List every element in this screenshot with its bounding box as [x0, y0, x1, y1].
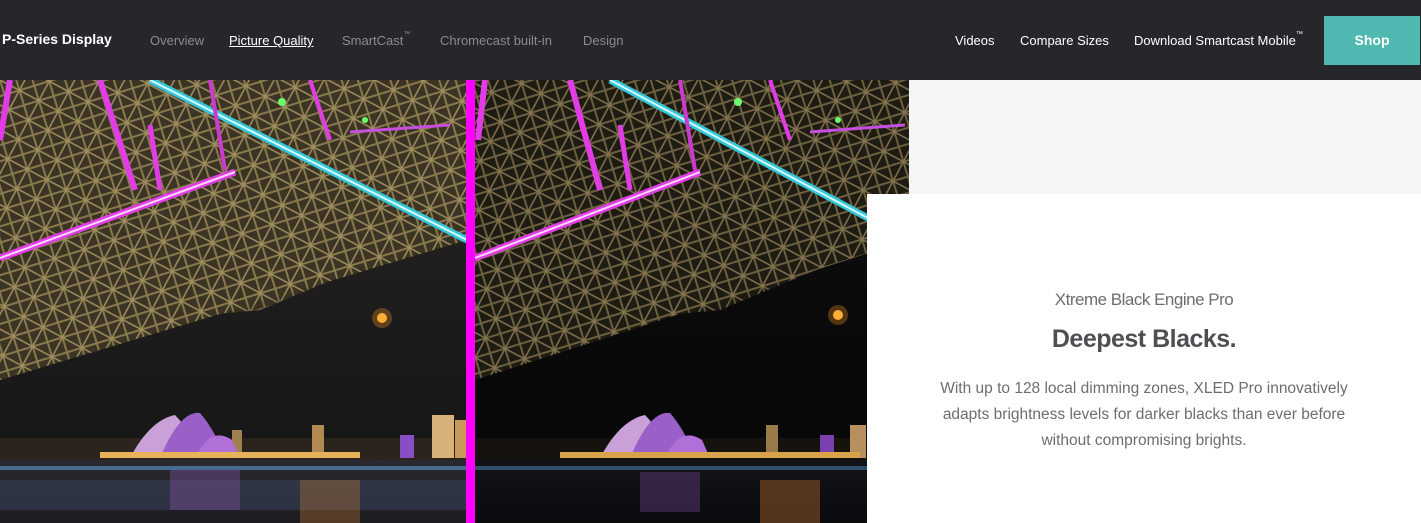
nav-link-download-label: Download Smartcast Mobile [1134, 33, 1296, 48]
nav-link-chromecast[interactable]: Chromecast built-in [440, 33, 552, 48]
feature-text-panel: Xtreme Black Engine Pro Deepest Blacks. … [867, 194, 1421, 523]
top-navigation: P-Series Display Overview Picture Qualit… [0, 0, 1421, 80]
nav-link-videos[interactable]: Videos [955, 33, 995, 48]
before-after-comparison [0, 80, 909, 523]
feature-eyebrow: Xtreme Black Engine Pro [1054, 290, 1234, 309]
comparison-divider-icon[interactable] [466, 80, 476, 523]
nav-link-smartcast[interactable]: SmartCast™ [342, 31, 411, 48]
comparison-image [0, 80, 909, 523]
trademark-symbol: ™ [403, 31, 411, 38]
nav-link-overview[interactable]: Overview [150, 33, 204, 48]
shop-button[interactable]: Shop [1324, 16, 1420, 65]
nav-link-picture-quality[interactable]: Picture Quality [229, 33, 314, 48]
nav-link-smartcast-label: SmartCast [342, 33, 404, 48]
after-image [475, 80, 909, 523]
feature-headline: Deepest Blacks. [1051, 325, 1237, 353]
nav-link-download-smartcast-mobile[interactable]: Download Smartcast Mobile™ [1134, 31, 1303, 48]
gray-background-strip [909, 80, 1421, 194]
before-image [0, 80, 467, 523]
nav-link-compare-sizes[interactable]: Compare Sizes [1020, 33, 1109, 48]
feature-description: With up to 128 local dimming zones, XLED… [940, 380, 1348, 449]
nav-link-design[interactable]: Design [583, 33, 623, 48]
trademark-symbol: ™ [1295, 31, 1303, 38]
brand-title[interactable]: P-Series Display [2, 31, 112, 47]
